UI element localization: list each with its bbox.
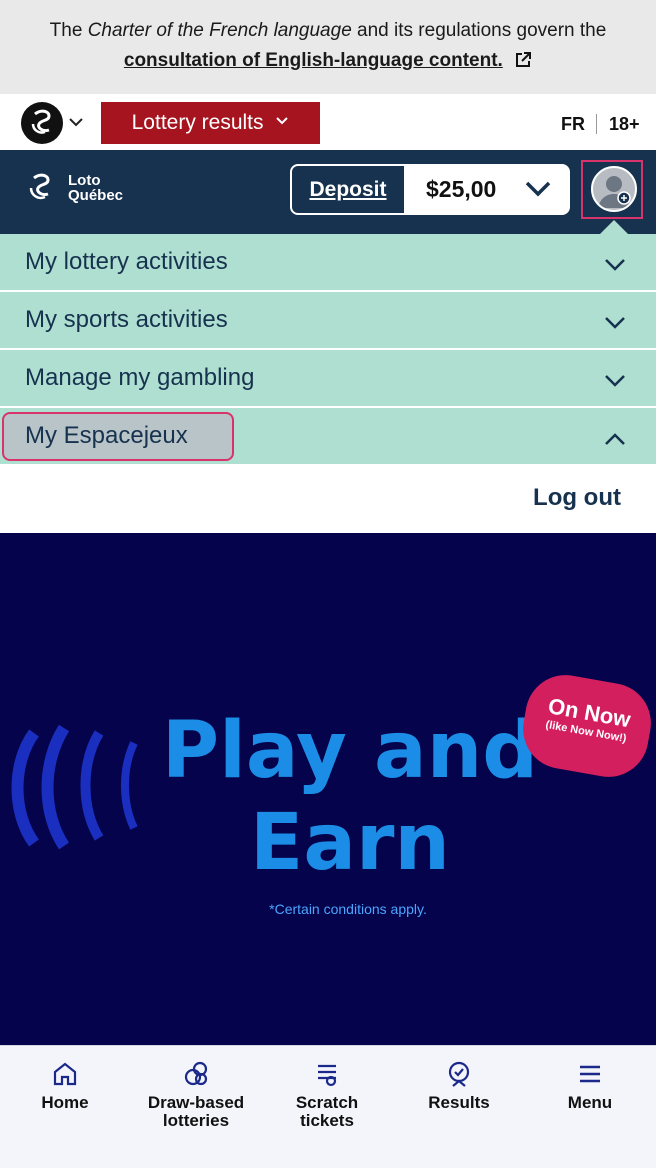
scratch-ticket-icon (318, 1064, 337, 1087)
loto-quebec-emblem-icon (31, 109, 51, 134)
chevron-down-icon (276, 117, 289, 125)
external-link-icon (516, 52, 532, 67)
home-icon (53, 1062, 77, 1086)
top-bar: Lottery results FR 18+ (0, 94, 656, 150)
results-icon (448, 1061, 470, 1087)
account-menu: My lottery activities My sports activiti… (0, 234, 656, 533)
notice-text: The Charter of the French language and i… (49, 20, 607, 41)
chevron-down-icon (605, 317, 625, 329)
nav-results[interactable]: Results (394, 1060, 524, 1112)
loto-quebec-wordmark: Loto Québec (68, 172, 124, 204)
user-icon (598, 176, 631, 208)
wallet-widget: Deposit $25,00 (290, 164, 570, 215)
english-content-link[interactable]: consultation of English-language content… (124, 50, 503, 71)
divider (596, 114, 597, 134)
bottom-navigation: Home Draw-based lotteries Scratch ticket… (0, 1045, 656, 1168)
chevron-down-icon (605, 375, 625, 387)
language-notice: The Charter of the French language and i… (0, 0, 656, 94)
menu-item-manage-gambling[interactable]: Manage my gambling (0, 350, 656, 408)
account-avatar-button[interactable] (581, 160, 643, 219)
menu-item-lottery-activities[interactable]: My lottery activities (0, 234, 656, 292)
chevron-down-icon (605, 259, 625, 271)
chevron-up-icon (605, 433, 625, 445)
promo-banner[interactable]: Play and Earn On Now (like Now Now!) *Ce… (0, 533, 656, 1045)
balance-amount: $25,00 (426, 176, 497, 202)
promo-disclaimer: *Certain conditions apply. (269, 901, 427, 917)
language-toggle[interactable]: FR (561, 114, 585, 135)
nav-draw-based-lotteries[interactable]: Draw-based lotteries (131, 1060, 261, 1130)
dropdown-pointer (600, 220, 628, 234)
chevron-down-icon[interactable] (68, 116, 84, 128)
avatar (591, 166, 637, 212)
nav-scratch-tickets[interactable]: Scratch tickets (262, 1060, 392, 1130)
deposit-button[interactable]: Deposit (292, 166, 404, 213)
account-header: Loto Québec Deposit $25,00 (0, 150, 656, 234)
chevron-down-icon[interactable] (524, 180, 552, 198)
loto-quebec-logo-icon[interactable] (22, 168, 62, 208)
nav-home[interactable]: Home (0, 1060, 130, 1112)
logout-row: Log out (0, 466, 656, 533)
promo-title-line2: Earn (250, 798, 450, 888)
lottery-balls-icon (184, 1061, 208, 1086)
menu-item-sports-activities[interactable]: My sports activities (0, 292, 656, 350)
menu-item-espacejeux[interactable]: My Espacejeux (0, 408, 656, 466)
lottery-results-button[interactable]: Lottery results (101, 102, 320, 144)
loto-quebec-logo-button[interactable] (21, 102, 63, 144)
age-badge: 18+ (609, 114, 640, 134)
logout-link[interactable]: Log out (533, 484, 621, 512)
nav-menu[interactable]: Menu (525, 1060, 655, 1112)
hamburger-icon (580, 1065, 600, 1083)
